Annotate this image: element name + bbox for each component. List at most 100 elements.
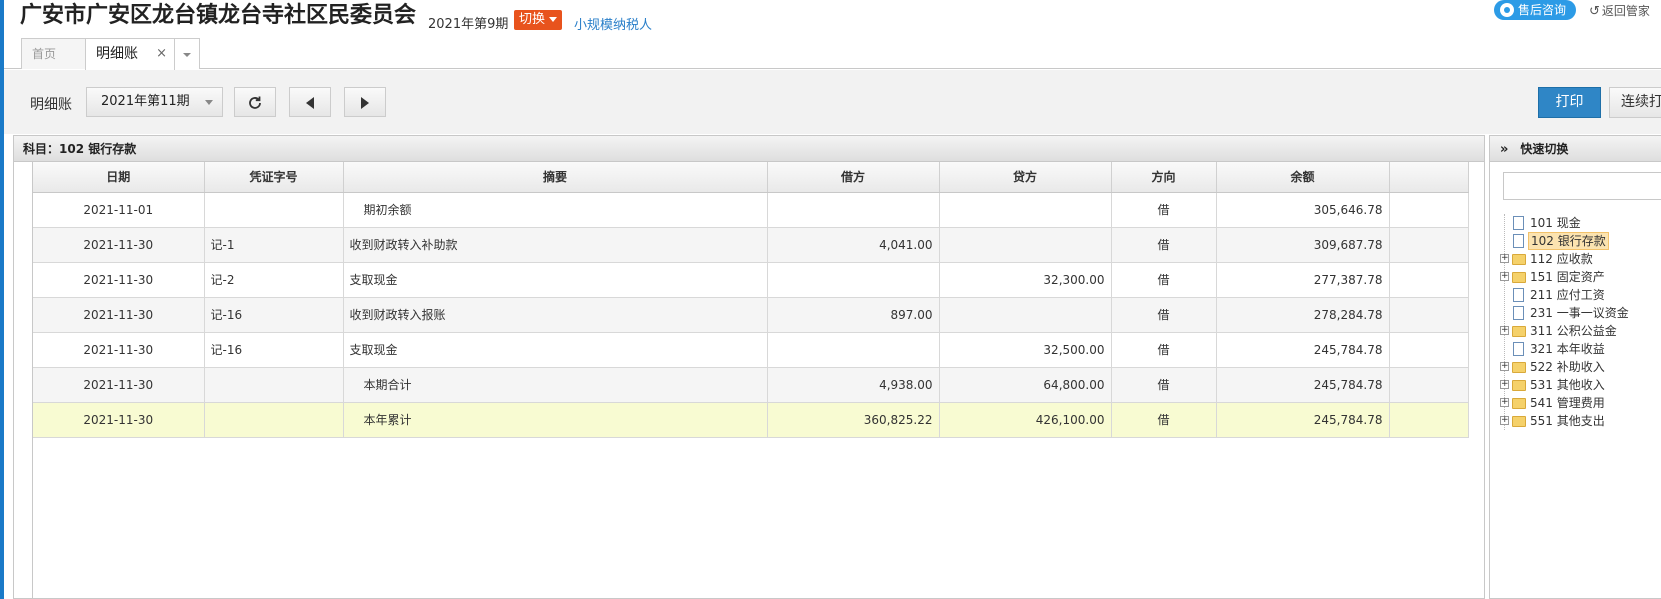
refresh-icon: [249, 96, 261, 109]
tree-item[interactable]: 321 本年收益: [1500, 340, 1661, 358]
previous-period-button[interactable]: [289, 87, 331, 117]
print-button[interactable]: 打印: [1538, 87, 1601, 118]
column-header-filler: [1389, 162, 1469, 193]
tree-item-label: 211 应付工资: [1530, 288, 1605, 302]
cell-filler: [1389, 367, 1469, 403]
folder-icon: [1512, 254, 1526, 265]
tree-item[interactable]: +112 应收款: [1500, 250, 1661, 268]
table-row[interactable]: 2021-11-30 本期合计 4,938.00 64,800.00 借 245…: [33, 367, 1469, 403]
tab-more-dropdown[interactable]: [174, 38, 200, 69]
cell-voucher: [204, 367, 344, 403]
cell-summary: 本年累计: [343, 402, 768, 438]
cell-date: 2021-11-30: [33, 402, 205, 438]
document-icon: [1513, 288, 1524, 302]
tree-item[interactable]: 102 银行存款: [1500, 232, 1661, 250]
cell-date: 2021-11-30: [33, 297, 205, 333]
cell-date: 2021-11-30: [33, 262, 205, 298]
cell-filler: [1389, 192, 1469, 228]
column-header-summary[interactable]: 摘要: [343, 162, 768, 193]
quick-search-input[interactable]: [1503, 172, 1661, 200]
cell-date: 2021-11-01: [33, 192, 205, 228]
period-select[interactable]: 2021年第11期: [86, 87, 223, 117]
cell-balance: 277,387.78: [1216, 262, 1390, 298]
cell-filler: [1389, 297, 1469, 333]
cell-date: 2021-11-30: [33, 227, 205, 263]
column-header-voucher[interactable]: 凭证字号: [204, 162, 344, 193]
tree-item[interactable]: +311 公积公益金: [1500, 322, 1661, 340]
quick-switch-header[interactable]: » 快速切换: [1490, 136, 1661, 162]
tree-item[interactable]: +522 补助收入: [1500, 358, 1661, 376]
expand-icon[interactable]: +: [1500, 398, 1509, 407]
tree-item-label: 311 公积公益金: [1530, 324, 1617, 338]
tree-item[interactable]: +151 固定资产: [1500, 268, 1661, 286]
document-icon: [1513, 306, 1524, 320]
table-row[interactable]: 2021-11-30 记-2 支取现金 32,300.00 借 277,387.…: [33, 262, 1469, 298]
next-period-button[interactable]: [344, 87, 386, 117]
current-period: 2021年第9期: [428, 17, 509, 32]
cell-balance: 245,784.78: [1216, 332, 1390, 368]
folder-icon: [1512, 272, 1526, 283]
tree-item[interactable]: +531 其他收入: [1500, 376, 1661, 394]
collapse-panel-icon[interactable]: »: [1500, 142, 1508, 157]
expand-icon[interactable]: +: [1500, 380, 1509, 389]
column-header-debit[interactable]: 借方: [767, 162, 940, 193]
column-header-date[interactable]: 日期: [33, 162, 205, 193]
column-header-credit[interactable]: 贷方: [939, 162, 1112, 193]
cell-date: 2021-11-30: [33, 367, 205, 403]
document-icon: [1513, 342, 1524, 356]
document-icon: [1513, 234, 1524, 248]
tree-item[interactable]: +551 其他支出: [1500, 412, 1661, 430]
expand-icon[interactable]: +: [1500, 254, 1509, 263]
tree-item-label: 522 补助收入: [1530, 360, 1605, 374]
tree-item[interactable]: 231 一事一议资金: [1500, 304, 1661, 322]
tree-item[interactable]: 211 应付工资: [1500, 286, 1661, 304]
table-row-selected[interactable]: 2021-11-30 本年累计 360,825.22 426,100.00 借 …: [33, 402, 1469, 438]
tree-item-label: 231 一事一议资金: [1530, 306, 1629, 320]
after-sales-button[interactable]: 售后咨询: [1494, 0, 1577, 20]
taxpayer-type-link[interactable]: 小规模纳税人: [574, 14, 652, 33]
tree-item[interactable]: +541 管理费用: [1500, 394, 1661, 412]
headset-icon: [1500, 3, 1514, 17]
expand-icon[interactable]: +: [1500, 326, 1509, 335]
close-icon[interactable]: ×: [156, 39, 167, 69]
table-row[interactable]: 2021-11-30 记-16 收到财政转入报账 897.00 借 278,28…: [33, 297, 1469, 333]
cell-summary: 收到财政转入报账: [343, 297, 768, 333]
cell-debit: [767, 332, 940, 368]
return-button[interactable]: ↺ 返回管家: [1589, 2, 1650, 19]
table-row[interactable]: 2021-11-01 期初余额 借 305,646.78: [33, 192, 1469, 228]
folder-icon: [1512, 398, 1526, 409]
table-header-row: 日期 凭证字号 摘要 借方 贷方 方向 余额: [33, 162, 1469, 193]
cell-voucher[interactable]: 记-1: [204, 227, 344, 263]
cell-credit: [939, 192, 1112, 228]
refresh-button[interactable]: [234, 87, 276, 117]
expand-icon[interactable]: +: [1500, 272, 1509, 281]
switch-period-button[interactable]: 切换: [514, 10, 563, 30]
tree-item-label: 541 管理费用: [1530, 396, 1605, 410]
continuous-print-button[interactable]: 连续打: [1609, 87, 1661, 118]
expand-icon[interactable]: +: [1500, 416, 1509, 425]
tree-item-label: 551 其他支出: [1530, 414, 1605, 428]
tree-item-label: 321 本年收益: [1530, 342, 1605, 356]
tab-home[interactable]: 首页: [21, 38, 87, 69]
cell-filler: [1389, 262, 1469, 298]
tab-detail-ledger[interactable]: 明细账 ×: [85, 38, 175, 70]
org-title: 广安市广安区龙台镇龙台寺社区民委员会: [20, 3, 417, 28]
column-header-direction[interactable]: 方向: [1111, 162, 1217, 193]
tab-detail-label: 明细账: [96, 46, 138, 62]
folder-icon: [1512, 326, 1526, 337]
cell-voucher[interactable]: 记-16: [204, 297, 344, 333]
cell-credit: [939, 297, 1112, 333]
cell-direction: 借: [1111, 297, 1217, 333]
cell-summary: 收到财政转入补助款: [343, 227, 768, 263]
table-row[interactable]: 2021-11-30 记-16 支取现金 32,500.00 借 245,784…: [33, 332, 1469, 368]
cell-voucher[interactable]: 记-2: [204, 262, 344, 298]
period-select-value: 2021年第11期: [101, 94, 190, 109]
cell-voucher[interactable]: 记-16: [204, 332, 344, 368]
column-header-balance[interactable]: 余额: [1216, 162, 1390, 193]
chevron-down-icon: [183, 52, 191, 57]
cell-debit: [767, 192, 940, 228]
tree-item[interactable]: 101 现金: [1500, 214, 1661, 232]
after-sales-label: 售后咨询: [1518, 3, 1567, 17]
table-row[interactable]: 2021-11-30 记-1 收到财政转入补助款 4,041.00 借 309,…: [33, 227, 1469, 263]
expand-icon[interactable]: +: [1500, 362, 1509, 371]
